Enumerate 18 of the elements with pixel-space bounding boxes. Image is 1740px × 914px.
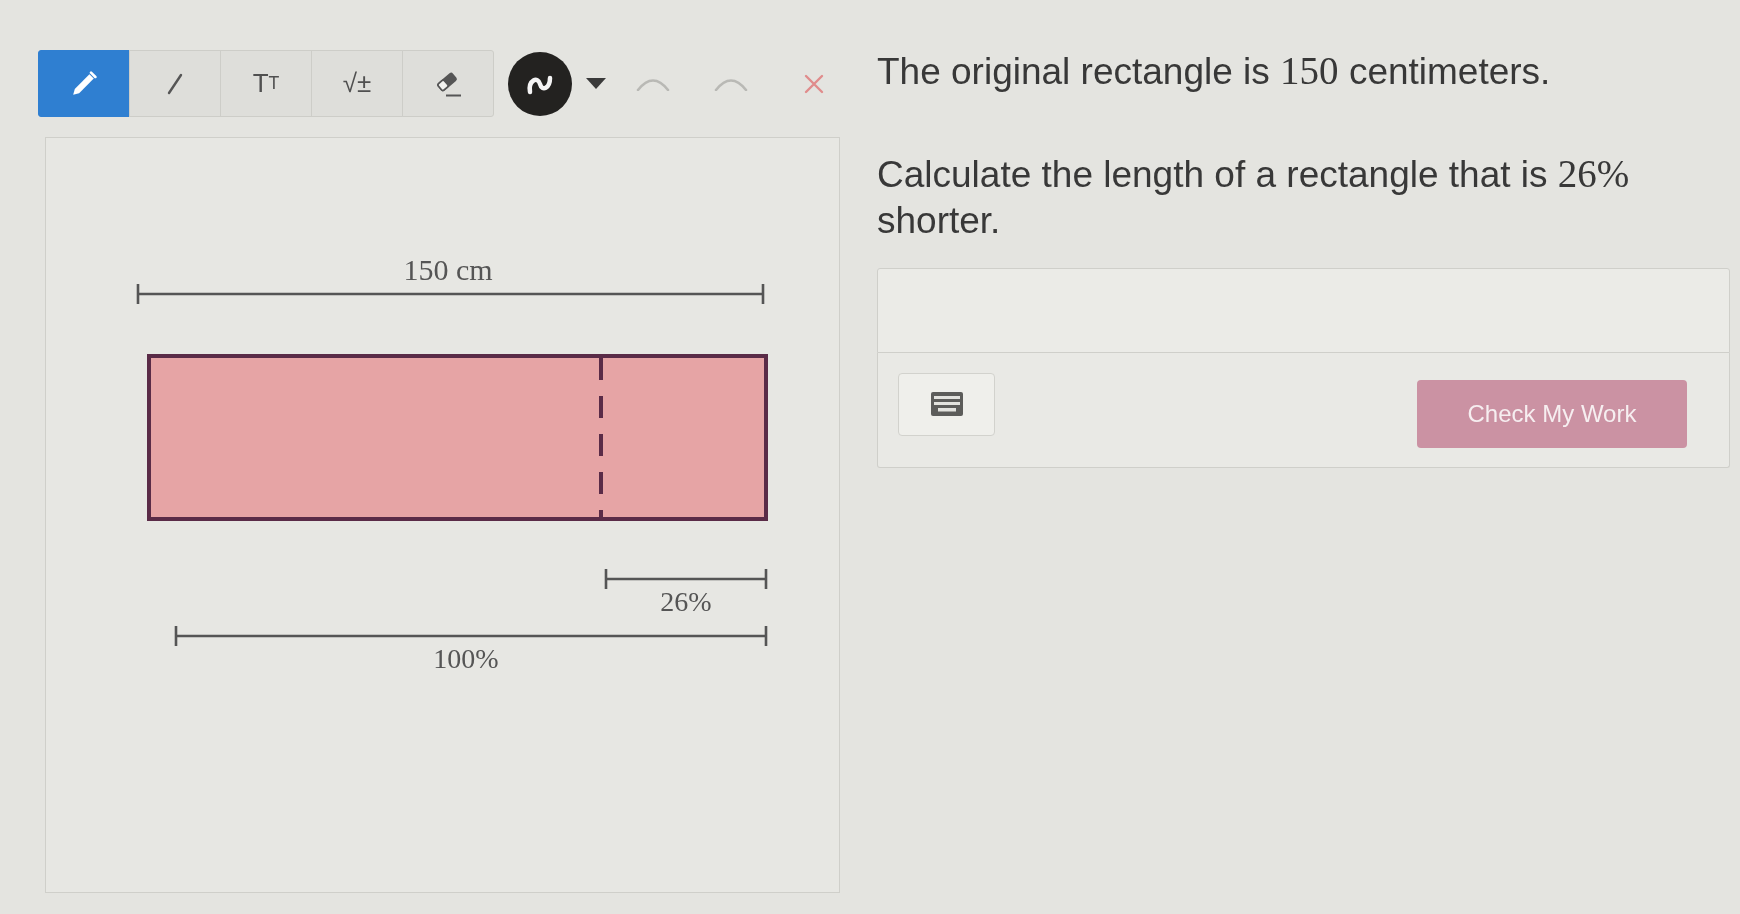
- eraser-button[interactable]: [402, 50, 494, 117]
- answer-field[interactable]: [877, 268, 1730, 353]
- line-icon: [167, 72, 183, 95]
- keyboard-button[interactable]: [898, 372, 995, 436]
- question-text: Calculate the length of a rectangle that is 26% shorter.: [877, 151, 1631, 243]
- dimension-label: 26%: [660, 586, 712, 617]
- math-tool-button[interactable]: √±: [311, 50, 403, 117]
- dimension-label: 100%: [433, 643, 499, 674]
- squiggle-icon: [508, 51, 572, 116]
- pen-color-button[interactable]: [508, 51, 606, 116]
- drawing-canvas[interactable]: 150 cm 26% 100%: [45, 137, 840, 893]
- keyboard-icon: [930, 392, 963, 416]
- question-text: The original rectangle is 150 centimeters.: [877, 48, 1552, 94]
- close-icon[interactable]: [804, 73, 824, 94]
- pencil-icon: [71, 70, 97, 97]
- caret-icon: [586, 78, 606, 89]
- pencil-button[interactable]: [38, 50, 130, 117]
- dimension-label: 150 cm: [403, 253, 493, 286]
